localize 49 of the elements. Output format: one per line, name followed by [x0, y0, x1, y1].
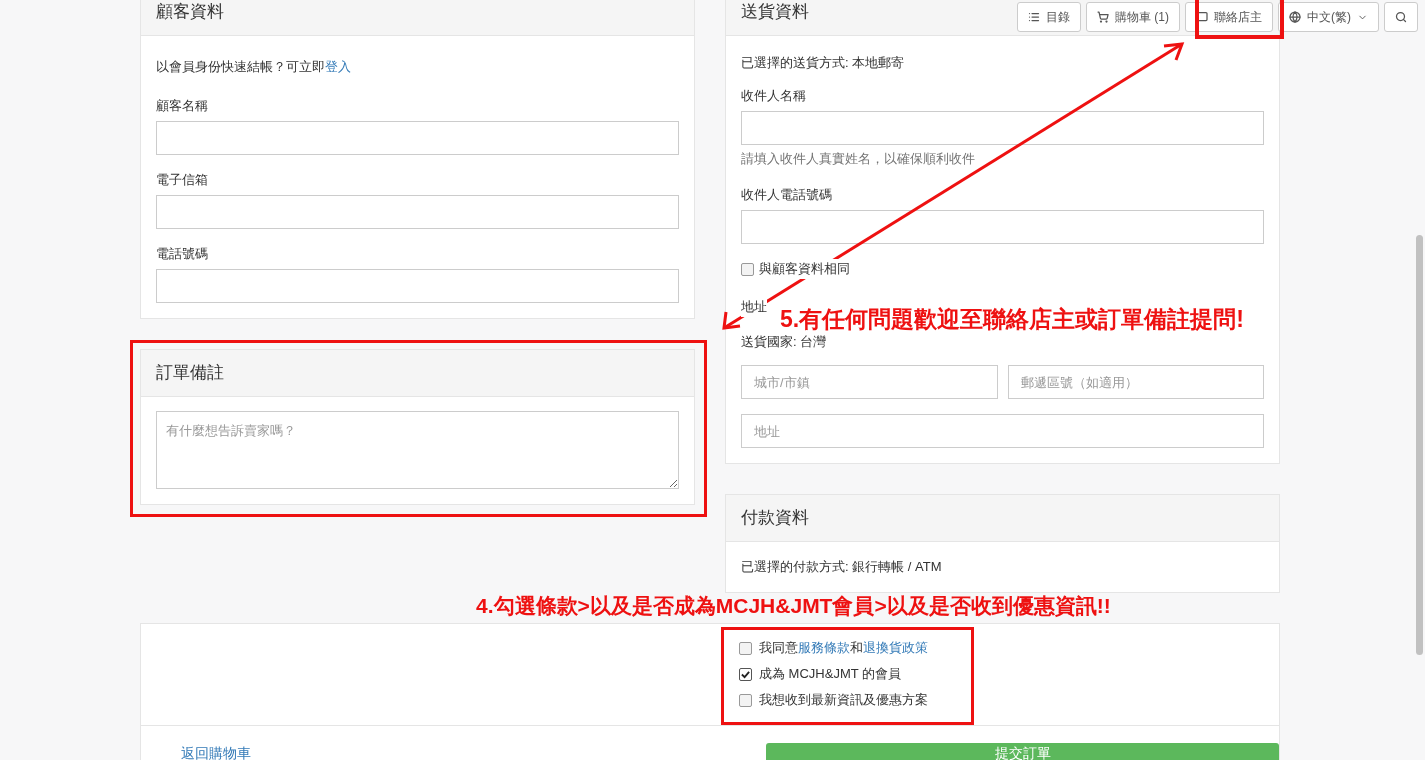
input-field[interactable]: 城市/市鎮: [741, 365, 998, 399]
login-prompt: 以會員身份快速結帳？可立即登入: [156, 58, 351, 76]
shipping-country: 送貨國家: 台灣: [741, 333, 827, 351]
input-field[interactable]: [156, 269, 679, 303]
input-field[interactable]: [156, 195, 679, 229]
field-label: 收件人電話號碼: [741, 186, 832, 204]
checkbox[interactable]: [739, 667, 752, 681]
checkmark-icon: [741, 669, 750, 679]
input-field[interactable]: 郵遞區號（如適用）: [1007, 365, 1264, 399]
input-field[interactable]: [156, 121, 679, 155]
input-field[interactable]: [741, 111, 1264, 145]
agreement-text: 我同意服務條款和退換貨政策: [759, 639, 928, 657]
toolbar-button[interactable]: 中文(繁): [1278, 2, 1379, 32]
help-text: 請填入收件人真實姓名，以確保順利收件: [741, 150, 975, 168]
search-button[interactable]: [1384, 2, 1418, 32]
card-title: 訂單備註: [156, 362, 224, 384]
back-to-cart-link[interactable]: 返回購物車: [181, 745, 251, 760]
toolbar-button[interactable]: 購物車 (1): [1086, 2, 1180, 32]
payment-method: 已選擇的付款方式: 銀行轉帳 / ATM: [741, 558, 942, 576]
annotation-text: 4.勾選條款>以及是否成為MCJH&JMT會員>以及是否收到優惠資訊!!: [476, 593, 1111, 619]
agreement-text: 成為 MCJH&JMT 的會員: [759, 665, 902, 683]
shipping-method: 已選擇的送貨方式: 本地郵寄: [741, 54, 905, 72]
card-title: 送貨資料: [741, 1, 809, 23]
checkbox[interactable]: [741, 262, 754, 276]
toolbar-button[interactable]: 聯絡店主: [1185, 2, 1273, 32]
input-field[interactable]: [741, 210, 1264, 244]
field-label: 電話號碼: [156, 245, 208, 263]
login-link[interactable]: 登入: [325, 59, 351, 74]
toolbar-button[interactable]: 目錄: [1017, 2, 1081, 32]
input-field[interactable]: 地址: [741, 414, 1264, 448]
cart-icon: [1097, 11, 1109, 23]
list-icon: [1028, 11, 1040, 23]
globe-icon: [1289, 11, 1301, 23]
agreement-text: 我想收到最新資訊及優惠方案: [759, 691, 928, 709]
card-title: 顧客資料: [156, 1, 224, 23]
field-label: 顧客名稱: [156, 97, 208, 115]
field-label: 地址: [741, 297, 767, 317]
field-label: 收件人名稱: [741, 87, 806, 105]
checkbox[interactable]: [739, 693, 752, 707]
checkbox-label: 與顧客資料相同: [759, 259, 850, 279]
search-icon: [1395, 11, 1407, 23]
chat-bubble-icon: [1196, 11, 1208, 23]
policy-link[interactable]: 退換貨政策: [863, 640, 928, 655]
card-title: 付款資料: [741, 507, 809, 529]
checkbox[interactable]: [739, 641, 752, 655]
policy-link[interactable]: 服務條款: [798, 640, 850, 655]
annotation-text: 5.有任何問題歡迎至聯絡店主或訂單備註提問!: [780, 305, 1244, 334]
field-label: 電子信箱: [156, 171, 208, 189]
note-textarea[interactable]: 有什麼想告訴賣家嗎？: [156, 411, 679, 489]
